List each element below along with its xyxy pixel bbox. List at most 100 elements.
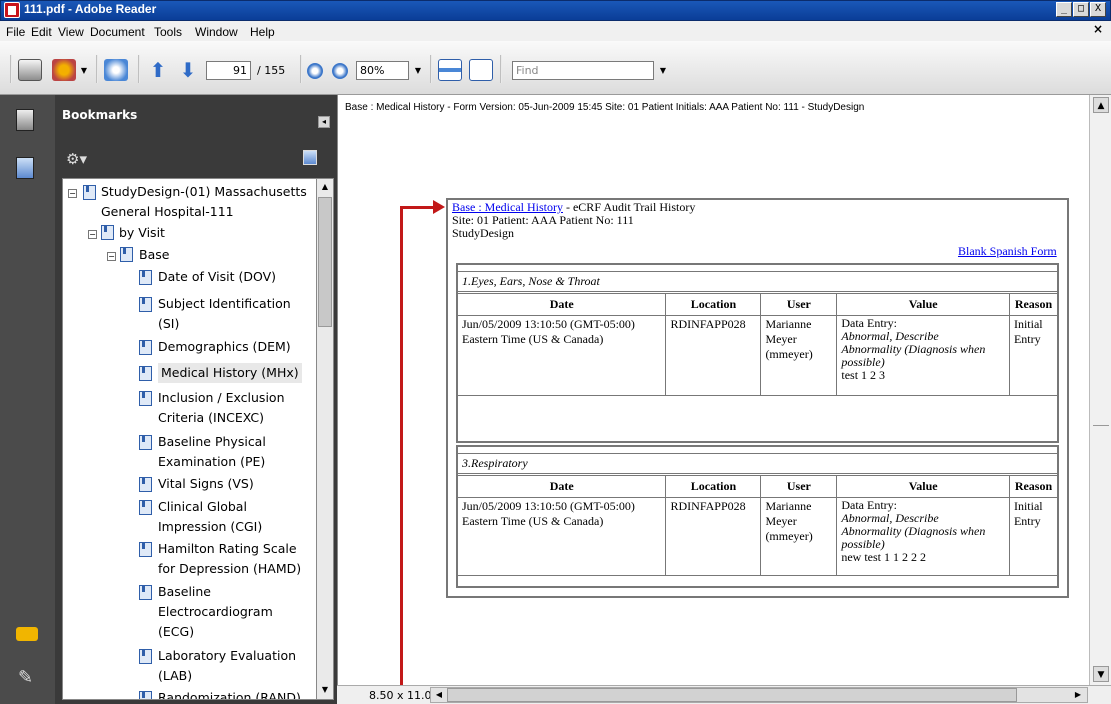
- document-vertical-scrollbar[interactable]: ▲ ▼: [1089, 95, 1111, 685]
- col-user: User: [760, 293, 838, 316]
- pages-icon[interactable]: [16, 109, 34, 131]
- new-bookmark-icon[interactable]: [303, 150, 317, 165]
- section-title-row: [457, 453, 1058, 474]
- blank-spanish-form-link[interactable]: Blank Spanish Form: [958, 244, 1057, 259]
- menu-view[interactable]: View: [58, 25, 84, 39]
- acrobat-icon[interactable]: [104, 59, 128, 81]
- cell-user-last: Meyer: [765, 514, 797, 528]
- scroll-up-icon[interactable]: ▲: [1093, 97, 1109, 113]
- cell-user: Marianne: [765, 499, 812, 513]
- minimize-button[interactable]: _: [1056, 2, 1072, 17]
- scroll-thumb[interactable]: [1093, 425, 1109, 441]
- tree-item-base[interactable]: Base: [139, 245, 169, 265]
- tree-item-ecg-cont2[interactable]: (ECG): [158, 622, 194, 642]
- prev-page-icon[interactable]: ⬆: [146, 59, 170, 81]
- menu-tools[interactable]: Tools: [154, 25, 182, 39]
- adobe-reader-icon: [4, 2, 20, 18]
- bookmark-tree: − StudyDesign-(01) Massachusetts General…: [62, 178, 317, 700]
- print-icon[interactable]: [18, 59, 42, 81]
- tree-item-lab[interactable]: Laboratory Evaluation: [158, 646, 296, 666]
- tree-item-studydesign-cont[interactable]: General Hospital-111: [101, 202, 234, 222]
- tree-item-pe[interactable]: Baseline Physical: [158, 432, 266, 452]
- tree-item-studydesign[interactable]: StudyDesign-(01) Massachusetts: [101, 182, 307, 202]
- audit-table: Date Location User Value Reason Jun/05/2…: [456, 293, 1059, 396]
- zoom-in-icon[interactable]: [332, 63, 348, 79]
- horizontal-scrollbar[interactable]: ◀ ▶: [430, 687, 1088, 703]
- tree-item-incexc[interactable]: Inclusion / Exclusion: [158, 388, 285, 408]
- maximize-button[interactable]: □: [1073, 2, 1089, 17]
- bookmark-icon: [139, 391, 152, 406]
- tree-item-hamd-cont[interactable]: for Depression (HAMD): [158, 559, 301, 579]
- bookmark-icon: [101, 225, 114, 240]
- cell-timezone: Eastern Time (US & Canada): [462, 514, 604, 528]
- horizontal-scroll-thumb[interactable]: [447, 688, 1017, 702]
- fit-page-icon[interactable]: [469, 59, 493, 81]
- document-close-icon[interactable]: ×: [1093, 22, 1103, 36]
- tree-item-dem[interactable]: Demographics (DEM): [158, 337, 291, 357]
- next-page-icon[interactable]: ⬇: [176, 59, 200, 81]
- tree-item-hamd[interactable]: Hamilton Rating Scale: [158, 539, 297, 559]
- collapse-expander[interactable]: −: [107, 252, 116, 261]
- menu-window[interactable]: Window: [195, 25, 238, 39]
- bookmark-icon: [139, 435, 152, 450]
- options-gear-icon[interactable]: ⚙▾: [66, 150, 87, 168]
- zoom-level-field[interactable]: 80%: [356, 61, 409, 80]
- zoom-out-icon[interactable]: [307, 63, 323, 79]
- menu-file[interactable]: File: [6, 25, 25, 39]
- tree-item-vs[interactable]: Vital Signs (VS): [158, 474, 254, 494]
- tree-item-cgi[interactable]: Clinical Global: [158, 497, 247, 517]
- fit-width-icon[interactable]: [438, 59, 462, 81]
- tree-item-incexc-cont[interactable]: Criteria (INCEXC): [158, 408, 264, 428]
- scroll-down-icon[interactable]: ▼: [318, 683, 332, 697]
- scroll-up-icon[interactable]: ▲: [318, 180, 332, 194]
- tree-item-ecg-cont[interactable]: Electrocardiogram: [158, 602, 273, 622]
- collaborate-dropdown-icon[interactable]: ▼: [76, 61, 92, 80]
- cell-date: Jun/05/2009 13:10:50 (GMT-05:00): [462, 317, 635, 331]
- tree-item-dov[interactable]: Date of Visit (DOV): [158, 267, 276, 287]
- find-input[interactable]: Find: [512, 61, 654, 80]
- tree-scroll-thumb[interactable]: [318, 197, 332, 327]
- panel-header: Bookmarks: [62, 108, 138, 122]
- find-dropdown-icon[interactable]: ▼: [655, 61, 671, 80]
- collapse-panel-icon[interactable]: ◂: [318, 116, 330, 128]
- page-number-field[interactable]: 91: [206, 61, 251, 80]
- bookmarks-icon[interactable]: [16, 157, 34, 179]
- col-user: User: [760, 475, 838, 498]
- cell-user-id: (mmeyer): [765, 347, 813, 361]
- bookmark-icon: [120, 247, 133, 262]
- cell-timezone: Eastern Time (US & Canada): [462, 332, 604, 346]
- tree-item-lab-cont[interactable]: (LAB): [158, 666, 192, 686]
- tree-item-pe-cont[interactable]: Examination (PE): [158, 452, 265, 472]
- scroll-down-icon[interactable]: ▼: [1093, 666, 1109, 682]
- cell-reason: Initial: [1013, 317, 1043, 331]
- cell-value: new test 1 1 2 2 2: [841, 550, 927, 564]
- tree-item-si-cont[interactable]: (SI): [158, 314, 179, 334]
- tree-item-mhx[interactable]: Medical History (MHx): [158, 363, 302, 383]
- col-location: Location: [665, 293, 762, 316]
- tree-item-by-visit[interactable]: by Visit: [119, 223, 165, 243]
- scroll-left-icon[interactable]: ◀: [432, 688, 446, 702]
- attachments-icon[interactable]: ✎: [18, 667, 33, 688]
- base-medical-history-link[interactable]: Base : Medical History: [452, 200, 563, 214]
- collapse-expander[interactable]: −: [68, 189, 77, 198]
- scroll-right-icon[interactable]: ▶: [1071, 688, 1085, 702]
- zoom-dropdown-icon[interactable]: ▼: [410, 61, 426, 80]
- cell-value-question-3: possible): [841, 355, 885, 369]
- tree-item-rand[interactable]: Randomization (RAND): [158, 688, 301, 699]
- cell-user: Marianne: [765, 317, 812, 331]
- menu-help[interactable]: Help: [250, 25, 275, 39]
- study-name: StudyDesign: [452, 226, 515, 240]
- comments-icon[interactable]: [16, 627, 38, 641]
- collaborate-icon[interactable]: [52, 59, 76, 81]
- cell-value-question: Abnormal, Describe: [841, 511, 939, 525]
- menu-edit[interactable]: Edit: [31, 25, 52, 39]
- tree-item-cgi-cont[interactable]: Impression (CGI): [158, 517, 262, 537]
- tree-item-ecg[interactable]: Baseline: [158, 582, 211, 602]
- menu-document[interactable]: Document: [90, 25, 145, 39]
- cell-location: RDINFAPP028: [665, 315, 762, 396]
- cell-reason: Initial: [1013, 499, 1043, 513]
- collapse-expander[interactable]: −: [88, 230, 97, 239]
- tree-scrollbar[interactable]: ▲ ▼: [316, 178, 334, 700]
- close-button[interactable]: X: [1090, 2, 1106, 17]
- tree-item-si[interactable]: Subject Identification: [158, 294, 291, 314]
